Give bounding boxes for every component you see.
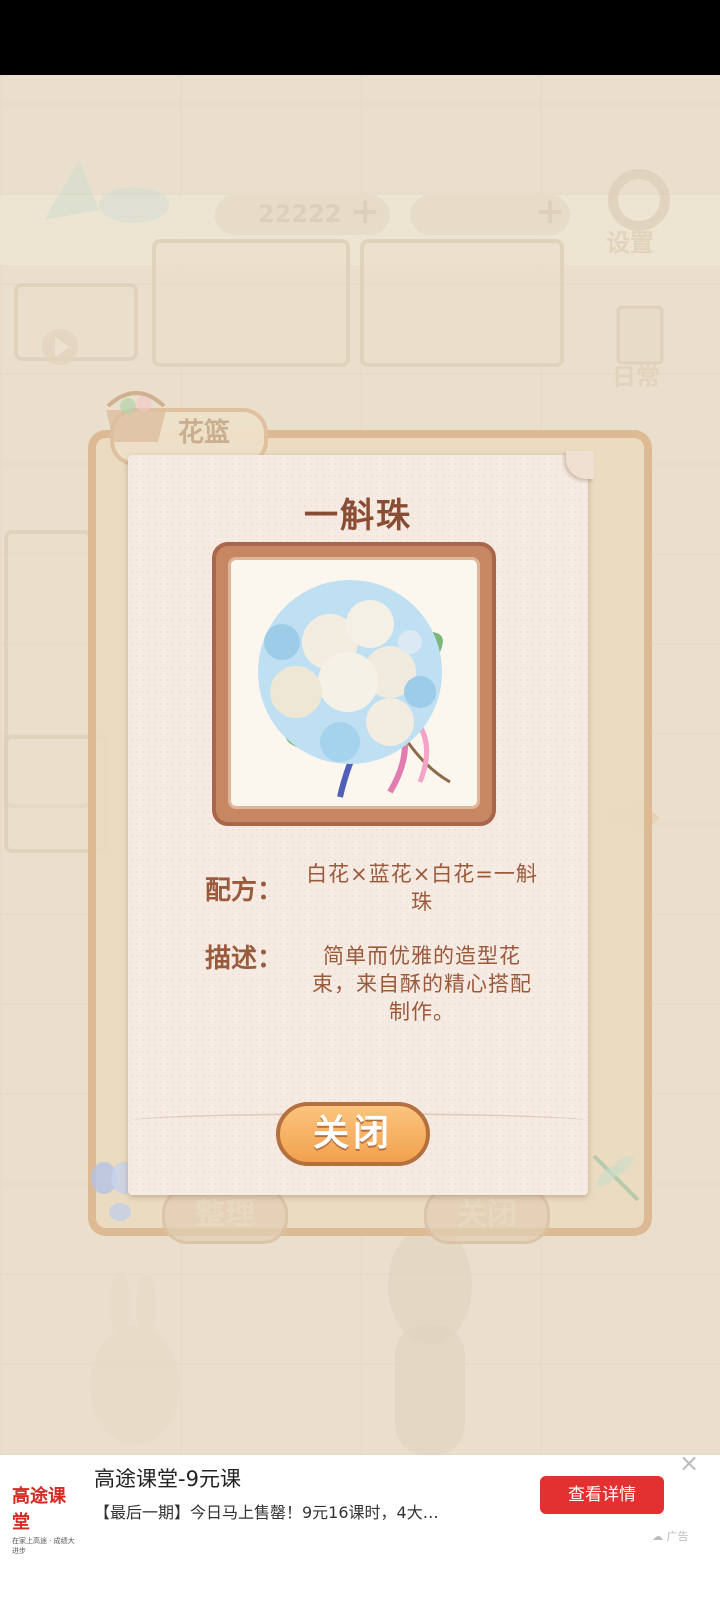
ad-title[interactable]: 高途课堂-9元课 [94,1463,241,1493]
basket-icon [106,391,166,442]
ad-tag: ☁ 广告 [652,1528,689,1544]
description-value: 简单而优雅的造型花束，来自酥的精心搭配制作。 [312,944,532,1024]
basket-tab-label: 花篮 [178,418,231,448]
recipe-value: 白花×蓝花×白花=一斛珠 [306,862,538,914]
recipe-label: 配方： [205,876,284,906]
ad-cta-button[interactable]: 查看详情 [540,1476,664,1514]
ad-logo-sub: 在家上高途 · 成绩大进步 [12,1537,75,1555]
ad-logo-text: 高途课堂 [12,1486,66,1533]
sort-button[interactable]: 整理 [162,1188,288,1244]
status-bar [0,0,720,75]
ad-description[interactable]: 【最后一期】今日马上售罄！9元16课时，4大… [94,1499,524,1523]
bouquet-image [258,580,451,798]
cloud-icon: ☁ [652,1530,663,1543]
description-label: 描述： [205,944,284,974]
dialog-title: 一斛珠 [304,496,412,536]
background-close-button[interactable]: 关闭 [424,1188,550,1244]
close-button[interactable]: 关闭 [276,1102,430,1166]
close-icon[interactable]: × [678,1451,700,1475]
ad-logo[interactable]: 高途课堂 在家上高途 · 成绩大进步 [12,1482,78,1556]
dragonfly-icon [592,1154,640,1202]
ad-tag-label: 广告 [666,1530,689,1543]
